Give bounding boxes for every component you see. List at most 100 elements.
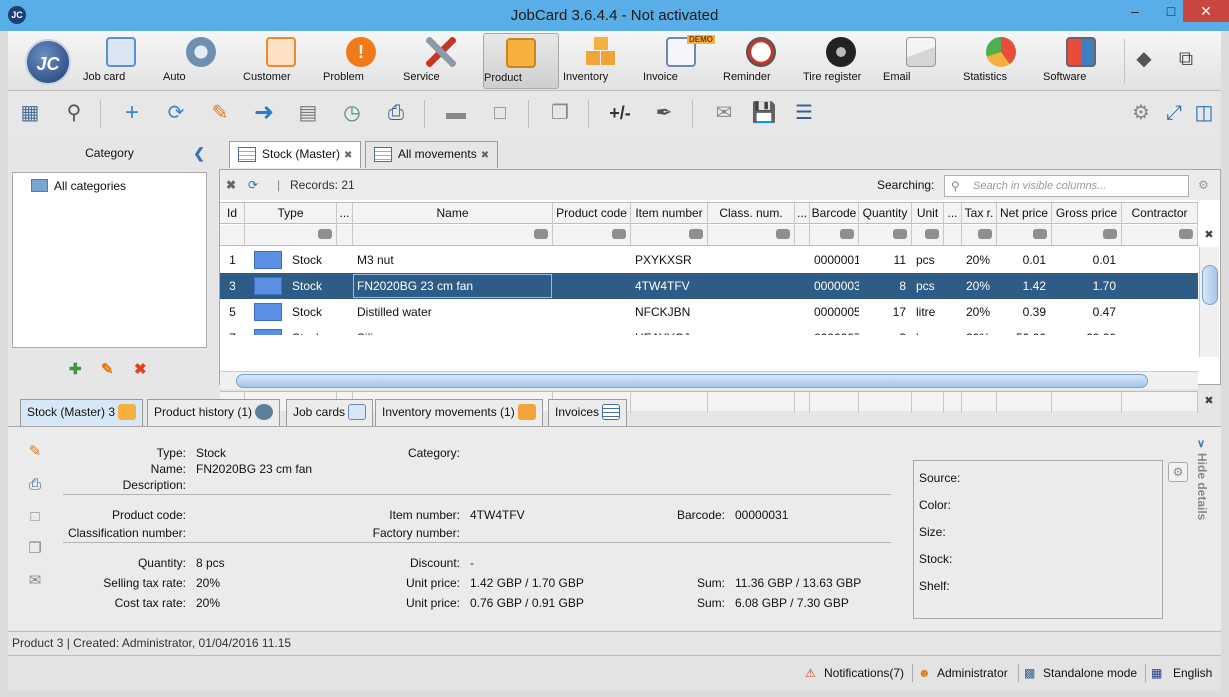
category-node-all[interactable]: All categories bbox=[31, 179, 126, 193]
ribbon-product[interactable]: Product bbox=[483, 33, 559, 89]
close-window-button[interactable]: ✕ bbox=[1183, 0, 1229, 22]
column-filter[interactable] bbox=[353, 225, 553, 246]
column-filter[interactable] bbox=[795, 225, 810, 246]
remove-category-icon[interactable]: ✖ bbox=[134, 360, 147, 378]
ribbon-reminder[interactable]: Reminder bbox=[723, 33, 799, 89]
column-filter[interactable] bbox=[962, 225, 997, 246]
column-header[interactable]: Barcode bbox=[810, 203, 859, 225]
envelope-icon[interactable]: ✉ bbox=[708, 97, 740, 129]
column-header[interactable]: Gross price bbox=[1052, 203, 1122, 225]
grid-settings-icon[interactable]: ⚙ bbox=[1198, 178, 1209, 192]
column-header[interactable]: Product code bbox=[553, 203, 631, 225]
edit-category-icon[interactable]: ✎ bbox=[101, 360, 114, 378]
window-layout-icon[interactable]: ⧉ bbox=[1170, 43, 1202, 75]
tab-all-movements[interactable]: All movements ✖ bbox=[365, 141, 499, 168]
edit-pencil-icon[interactable]: ✎ bbox=[204, 97, 236, 129]
ribbon-job-card[interactable]: Job card bbox=[83, 33, 159, 89]
column-header[interactable]: Quantity bbox=[859, 203, 912, 225]
column-header[interactable]: Unit bbox=[912, 203, 944, 225]
column-header[interactable]: Class. num. bbox=[708, 203, 795, 225]
column-filter[interactable] bbox=[1122, 225, 1198, 246]
hide-details-toggle[interactable]: ∨ Hide details bbox=[1193, 437, 1215, 527]
column-header[interactable]: Item number bbox=[631, 203, 708, 225]
ribbon-service[interactable]: Service bbox=[403, 33, 479, 89]
close-tab-icon[interactable]: ✖ bbox=[344, 150, 352, 161]
tab-stock-master[interactable]: Stock (Master) ✖ bbox=[229, 141, 362, 168]
details-settings-icon[interactable]: ⚙ bbox=[1168, 462, 1188, 482]
jobcard-logo[interactable]: JC bbox=[25, 39, 71, 85]
column-filter[interactable] bbox=[944, 225, 962, 246]
report-list-icon[interactable]: ☰ bbox=[788, 97, 820, 129]
close-summary-icon[interactable]: ✖ bbox=[1199, 391, 1219, 411]
shredder-icon[interactable]: ▤ bbox=[292, 97, 324, 129]
table-row[interactable]: 7 Stock Silicone grease HEAYYCJ 000000793 kg 2… bbox=[220, 325, 1198, 335]
vertical-scrollbar[interactable] bbox=[1199, 247, 1219, 357]
column-header[interactable]: Name bbox=[353, 203, 553, 225]
ribbon-customer[interactable]: Customer bbox=[243, 33, 319, 89]
column-header[interactable]: Net price bbox=[997, 203, 1052, 225]
user-name[interactable]: Administrator bbox=[937, 666, 1008, 680]
ribbon-statistics[interactable]: Statistics bbox=[963, 33, 1039, 89]
column-filter[interactable] bbox=[631, 225, 708, 246]
ribbon-software[interactable]: Software bbox=[1043, 33, 1119, 89]
language-selector[interactable]: English bbox=[1173, 666, 1212, 680]
ribbon-problem[interactable]: ! Problem bbox=[323, 33, 399, 89]
tab-stock-master-detail[interactable]: Stock (Master) 3 bbox=[20, 399, 144, 426]
tab-inventory-movements[interactable]: Inventory movements (1) bbox=[375, 399, 543, 426]
column-filter[interactable] bbox=[337, 225, 353, 246]
add-icon[interactable]: + bbox=[116, 97, 148, 129]
barcode-scanner-icon[interactable]: ✒ bbox=[648, 97, 680, 129]
arrow-right-icon[interactable]: ➜ bbox=[248, 97, 280, 129]
column-filter[interactable] bbox=[1052, 225, 1122, 246]
column-filter[interactable] bbox=[708, 225, 795, 246]
column-filter[interactable] bbox=[997, 225, 1052, 246]
diamond-icon[interactable]: ◆ bbox=[1128, 43, 1160, 75]
edit-pencil-icon[interactable]: ✎ bbox=[24, 441, 46, 463]
stock-adjust-button[interactable]: +/- bbox=[604, 97, 636, 129]
column-header[interactable]: Contractor bbox=[1122, 203, 1198, 225]
search-input[interactable]: Search in visible columns... bbox=[944, 175, 1189, 197]
column-header[interactable]: Tax r. bbox=[962, 203, 997, 225]
fullscreen-icon[interactable]: ⤢ bbox=[1158, 97, 1190, 129]
column-filter[interactable] bbox=[859, 225, 912, 246]
table-row[interactable]: 1 Stock M3 nut PXYKXSR 00000017 11 pcs 20% 0.01 0… bbox=[220, 247, 1198, 273]
label-print-icon[interactable]: ▬ bbox=[440, 97, 472, 129]
mode-indicator[interactable]: Standalone mode bbox=[1043, 666, 1137, 680]
ribbon-email[interactable]: Email bbox=[883, 33, 959, 89]
collapse-panel-icon[interactable]: ❮ bbox=[193, 145, 205, 162]
column-header[interactable]: ... bbox=[337, 203, 353, 225]
tab-invoices[interactable]: Invoices bbox=[548, 399, 628, 426]
search-icon[interactable]: ⚲ bbox=[58, 97, 90, 129]
column-filter[interactable] bbox=[220, 225, 245, 246]
minimize-button[interactable]: – bbox=[1118, 0, 1152, 22]
duplicate-icon[interactable]: ❐ bbox=[544, 97, 576, 129]
scroll-thumb[interactable] bbox=[1202, 265, 1218, 305]
save-disk-icon[interactable]: 💾 bbox=[748, 97, 780, 129]
print-icon[interactable]: ⎙ bbox=[24, 474, 46, 496]
column-filter[interactable] bbox=[553, 225, 631, 246]
table-row[interactable]: 5 Stock Distilled water NFCKJBN 00000055 17 li… bbox=[220, 299, 1198, 325]
close-tab-icon[interactable]: ✖ bbox=[481, 150, 489, 161]
ribbon-invoice[interactable]: DEMO Invoice bbox=[643, 33, 719, 89]
split-view-icon[interactable]: ◫ bbox=[1188, 97, 1220, 129]
column-header[interactable]: ... bbox=[795, 203, 810, 225]
ribbon-tire-register[interactable]: Tire register bbox=[803, 33, 879, 89]
copy-record-icon[interactable]: ⟳ bbox=[160, 97, 192, 129]
table-row[interactable]: 3StockFN2020BG 23 cm fan4TW4TFV000000318… bbox=[220, 273, 1198, 299]
notifications-button[interactable]: Notifications(7) bbox=[824, 666, 904, 680]
new-note-icon[interactable]: □ bbox=[484, 97, 516, 129]
duplicate-icon[interactable]: ❐ bbox=[24, 538, 46, 560]
clear-filter-icon[interactable]: ✖ bbox=[226, 178, 236, 192]
add-category-icon[interactable]: ✚ bbox=[69, 360, 82, 378]
new-note-icon[interactable]: □ bbox=[24, 506, 46, 528]
ribbon-auto[interactable]: Auto bbox=[163, 33, 239, 89]
settings-gear-icon[interactable]: ⚙ bbox=[1125, 97, 1157, 129]
print-icon[interactable]: ⎙ bbox=[380, 97, 412, 129]
clear-filters-icon[interactable]: ✖ bbox=[1199, 225, 1219, 246]
ribbon-inventory[interactable]: Inventory bbox=[563, 33, 639, 89]
refresh-icon[interactable]: ⟳ bbox=[248, 178, 258, 192]
grid-view-icon[interactable]: ▦ bbox=[14, 97, 46, 129]
envelope-icon[interactable]: ✉ bbox=[24, 570, 46, 592]
tab-job-cards[interactable]: Job cards bbox=[286, 399, 374, 426]
column-header[interactable]: Type bbox=[245, 203, 337, 225]
